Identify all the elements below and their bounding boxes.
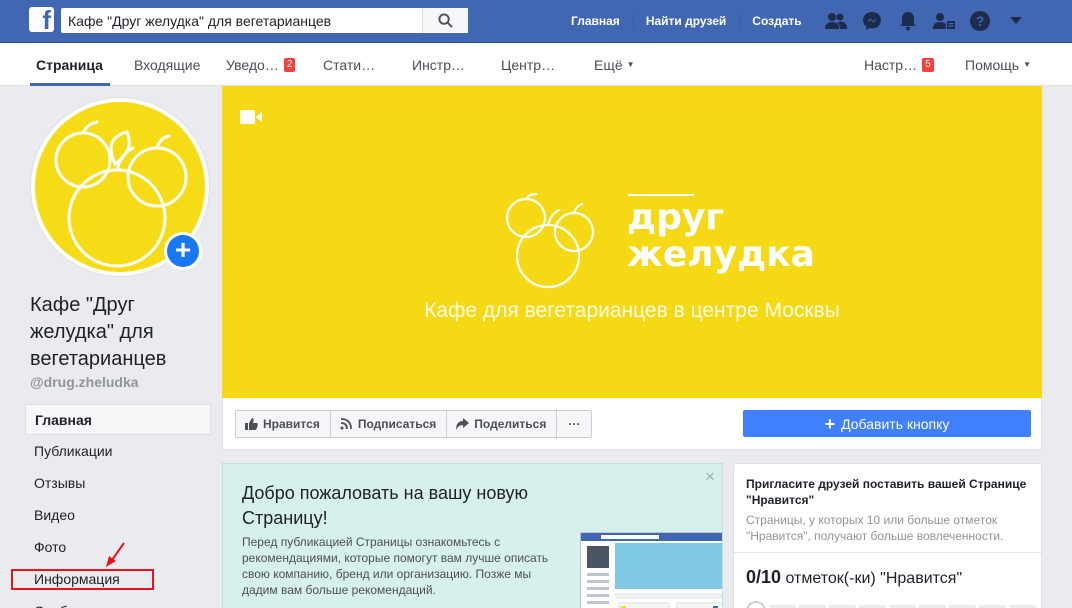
nav-find-friends-link[interactable]: Найти друзей [632,0,739,42]
facebook-logo[interactable]: f [29,7,54,32]
thumbs-up-icon [245,418,258,430]
active-tab-indicator [30,83,110,86]
red-highlight-box [11,569,154,590]
search-box [61,8,468,33]
nav-create-link[interactable]: Создать [739,0,814,42]
like-button[interactable]: Нравится [236,411,331,437]
sidebar-item-home[interactable]: Главная [25,404,211,435]
search-button[interactable] [422,8,468,33]
account-dropdown-caret-icon[interactable] [998,0,1034,42]
invite-subtitle: Страницы, у которых 10 или больше отмето… [746,513,1004,543]
cover-tagline: Кафе для вегетарианцев в центре Москвы [424,299,840,322]
tab-settings[interactable]: Настр… 5 [864,43,934,86]
page-username[interactable]: @drug.zheludka [30,374,139,390]
sidebar-item-community[interactable]: Сообщество [25,595,211,608]
page-action-bar: Нравится Подписаться Поделиться ··· + До… [222,398,1042,450]
share-arrow-icon [456,418,470,430]
cover-photo[interactable]: друг желудка Кафе для вегетарианцев в це… [222,86,1042,398]
top-nav-links: Главная Найти друзей Создать [558,0,815,42]
update-photo-button[interactable]: + [164,232,202,270]
apples-logo-icon [505,192,595,289]
likes-progress-bar [746,601,1036,608]
invite-title: Пригласите друзей поставить вашей Страни… [746,477,1027,507]
cover-logo-text: друг желудка [627,197,815,275]
welcome-text: Перед публикацией Страницы ознакомьтесь … [242,535,549,597]
friends-icon[interactable] [818,0,854,42]
rss-icon [340,418,352,430]
page-title: Кафе "Друг желудка" для вегетарианцев [30,294,167,370]
tab-notifications[interactable]: Уведо… 2 [226,43,296,86]
sidebar-item-reviews[interactable]: Отзывы [25,467,211,499]
divider [734,552,1041,553]
tab-help[interactable]: Помощь ▼ [965,43,1031,86]
tab-tools[interactable]: Инстр… [412,43,465,86]
messenger-icon[interactable] [854,0,890,42]
video-camera-icon[interactable] [240,110,262,124]
more-options-button[interactable]: ··· [557,411,591,437]
tab-page[interactable]: Страница [36,43,103,86]
sidebar-item-videos[interactable]: Видео [25,499,211,531]
add-button-button[interactable]: + Добавить кнопку [743,410,1031,437]
follow-button[interactable]: Подписаться [331,411,448,437]
welcome-title: Добро пожаловать на вашу новую Страницу! [242,483,529,528]
page-management-nav: Страница Входящие Уведо… 2 Стати… Инстр… … [0,43,1072,86]
notifications-bell-icon[interactable] [890,0,926,42]
chevron-down-icon: ▼ [626,60,635,69]
svg-text:?: ? [976,13,985,29]
page-preview-illustration [580,532,722,608]
tab-more[interactable]: Ещё ▼ [594,43,635,86]
welcome-card: × Добро пожаловать на вашу новую Страниц… [222,463,723,608]
chevron-down-icon: ▼ [1023,60,1031,69]
help-icon[interactable]: ? [962,0,998,42]
close-icon[interactable]: × [705,467,715,487]
tab-statistics[interactable]: Стати… [323,43,375,86]
page-action-buttons: Нравится Подписаться Поделиться ··· [235,410,593,438]
tab-inbox[interactable]: Входящие [134,43,200,86]
plus-icon: + [824,413,836,434]
top-icons: ? [818,0,1034,42]
nav-home-link[interactable]: Главная [558,0,633,42]
top-bar: f Главная Найти друзей Создать ? [0,0,1072,43]
logo-divider [628,194,694,196]
notifications-badge: 2 [283,57,296,72]
red-arrow-annotation [106,542,125,567]
search-icon [438,13,453,28]
likes-counter: 0/10 отметок(-ки) "Нравится" [746,567,963,587]
sidebar-item-posts[interactable]: Публикации [25,435,211,467]
share-button[interactable]: Поделиться [447,411,558,437]
progress-start-dot [746,601,766,608]
more-icon: ··· [568,417,581,431]
invite-friends-card: Пригласите друзей поставить вашей Страни… [733,463,1042,608]
settings-badge: 5 [922,57,934,72]
friend-requests-icon[interactable] [926,0,962,42]
tab-center[interactable]: Центр… [501,43,555,86]
search-input[interactable] [61,8,421,33]
